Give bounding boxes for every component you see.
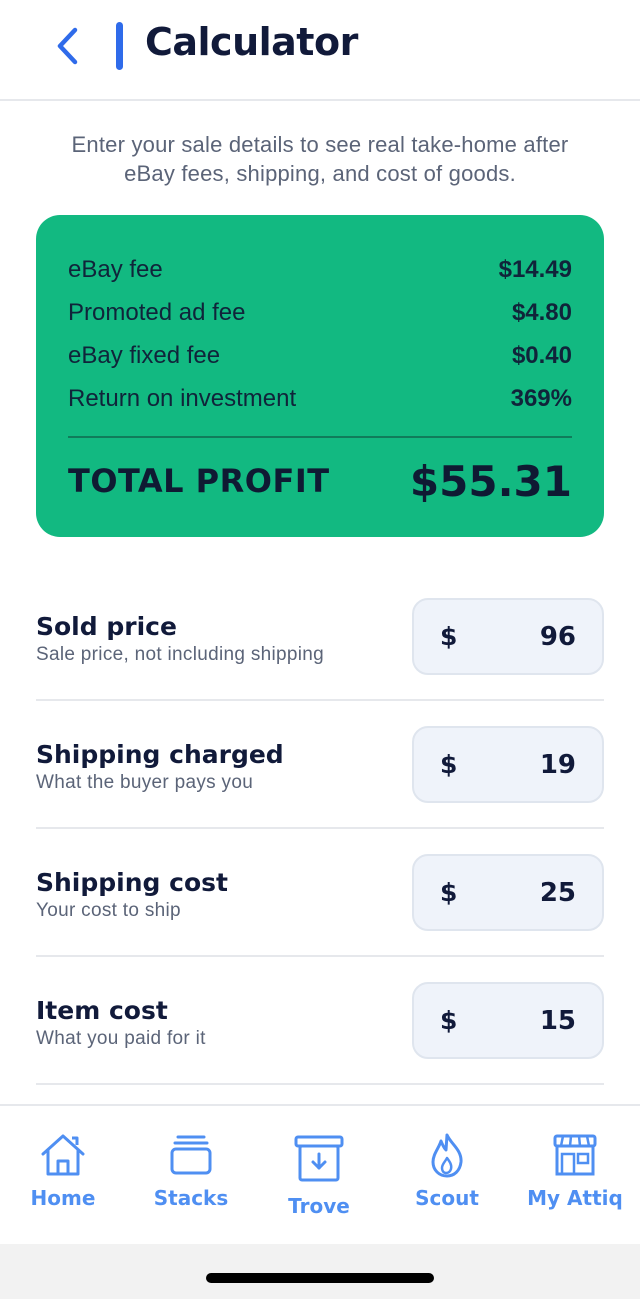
row-subtitle: What you paid for it	[36, 1028, 206, 1049]
summary-row-roi: Return on investment 369%	[68, 377, 572, 420]
title-accent-bar	[116, 22, 123, 70]
input-value[interactable]: 25	[540, 878, 576, 908]
home-indicator-area	[0, 1244, 640, 1299]
house-icon	[41, 1134, 85, 1176]
input-value[interactable]: 15	[540, 1006, 576, 1036]
summary-row-promoted-ad-fee: Promoted ad fee $4.80	[68, 291, 572, 334]
summary-divider	[68, 436, 572, 438]
row-title: Sold price	[36, 612, 177, 641]
tab-label: My Attiq	[527, 1186, 623, 1210]
row-subtitle: What the buyer pays you	[36, 772, 254, 793]
summary-row-ebay-fee: eBay fee $14.49	[68, 248, 572, 291]
row-title: Shipping charged	[36, 740, 284, 769]
shipping-cost-input[interactable]: $ 25	[412, 854, 604, 931]
shipping-charged-row: Shipping charged What the buyer pays you…	[36, 726, 604, 854]
summary-label: Return on investment	[68, 384, 297, 412]
summary-value: $14.49	[498, 255, 572, 283]
back-button[interactable]	[44, 22, 92, 70]
item-cost-row: Item cost What you paid for it $ 15	[36, 982, 604, 1110]
top-bar: Calculator	[0, 0, 640, 101]
total-profit-row: TOTAL PROFIT $55.31	[68, 453, 572, 509]
shipping-cost-row: Shipping cost Your cost to ship $ 25	[36, 854, 604, 982]
row-divider	[36, 827, 604, 829]
currency-symbol: $	[440, 750, 458, 779]
input-value[interactable]: 96	[540, 622, 576, 652]
home-indicator[interactable]	[206, 1273, 434, 1283]
intro-line-2: eBay fees, shipping, and cost of goods.	[124, 161, 516, 186]
row-subtitle: Your cost to ship	[36, 900, 181, 921]
row-title: Shipping cost	[36, 868, 228, 897]
row-title: Item cost	[36, 996, 168, 1025]
tab-trove[interactable]: Trove	[264, 1106, 374, 1236]
shipping-charged-input[interactable]: $ 19	[412, 726, 604, 803]
sold-price-input[interactable]: $ 96	[412, 598, 604, 675]
total-profit-value: $55.31	[409, 456, 572, 506]
item-cost-input[interactable]: $ 15	[412, 982, 604, 1059]
summary-label: eBay fee	[68, 255, 163, 283]
tab-home[interactable]: Home	[8, 1106, 118, 1236]
input-value[interactable]: 19	[540, 750, 576, 780]
page-title: Calculator	[145, 20, 358, 64]
summary-label: eBay fixed fee	[68, 341, 221, 369]
profit-summary-card: eBay fee $14.49 Promoted ad fee $4.80 eB…	[36, 215, 604, 537]
currency-symbol: $	[440, 878, 458, 907]
intro-text: Enter your sale details to see real take…	[30, 130, 610, 188]
summary-value: $0.40	[511, 341, 572, 369]
sold-price-row: Sold price Sale price, not including shi…	[36, 598, 604, 726]
storefront-icon	[553, 1134, 597, 1176]
tab-my-attiq[interactable]: My Attiq	[520, 1106, 630, 1236]
chevron-left-icon	[57, 27, 78, 65]
tab-stacks[interactable]: Stacks	[136, 1106, 246, 1236]
currency-symbol: $	[440, 1006, 458, 1035]
row-divider	[36, 1083, 604, 1085]
row-divider	[36, 699, 604, 701]
intro-line-1: Enter your sale details to see real take…	[71, 132, 569, 157]
summary-value: 369%	[510, 384, 572, 412]
currency-symbol: $	[440, 622, 458, 651]
tab-scout[interactable]: Scout	[392, 1106, 502, 1236]
stack-icon	[170, 1135, 212, 1175]
summary-row-fixed-fee: eBay fixed fee $0.40	[68, 334, 572, 377]
summary-value: $4.80	[511, 298, 572, 326]
total-profit-label: TOTAL PROFIT	[68, 462, 330, 500]
row-subtitle: Sale price, not including shipping	[36, 644, 324, 665]
bottom-tab-bar: Home Stacks Trove Scout My Attiq	[0, 1104, 640, 1244]
archive-icon	[294, 1135, 344, 1182]
flame-icon	[431, 1133, 463, 1178]
row-divider	[36, 955, 604, 957]
summary-label: Promoted ad fee	[68, 298, 246, 326]
